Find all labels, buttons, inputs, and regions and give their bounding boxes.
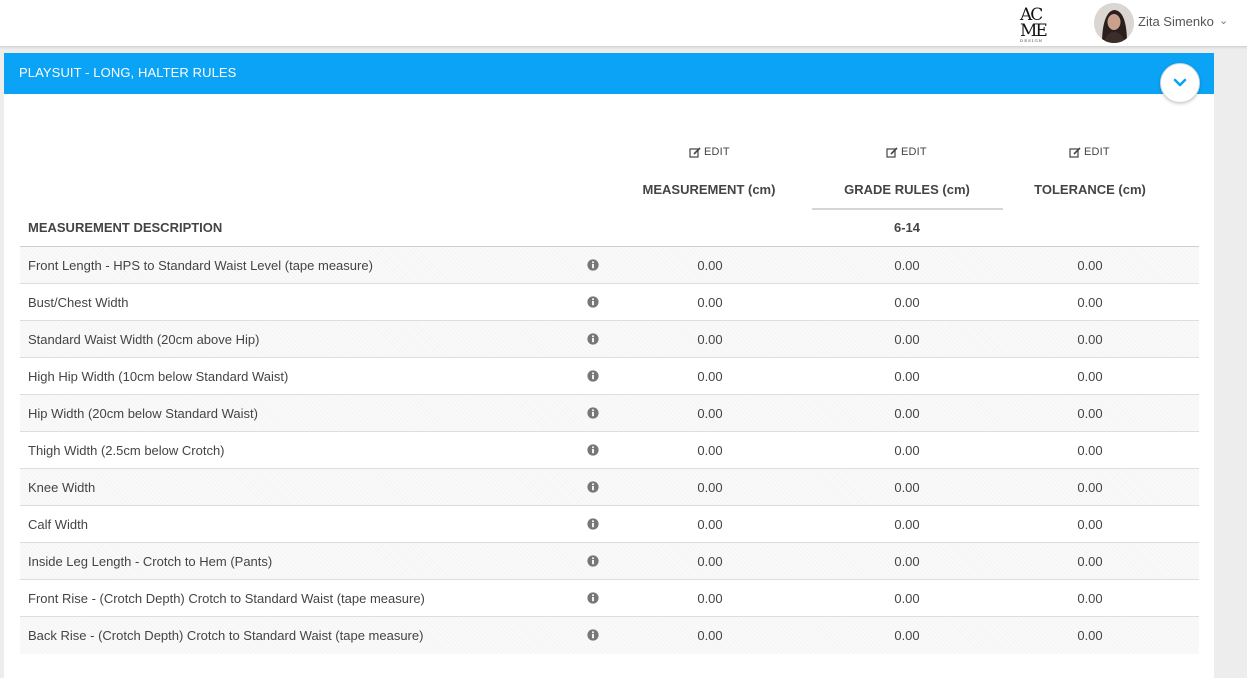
info-icon[interactable] xyxy=(587,555,599,567)
info-icon[interactable] xyxy=(587,333,599,345)
tolerance-value[interactable]: 0.00 xyxy=(1060,480,1120,495)
info-icon[interactable] xyxy=(587,296,599,308)
grade-rule-value[interactable]: 0.00 xyxy=(877,443,937,458)
measurement-value[interactable]: 0.00 xyxy=(680,406,740,421)
table-row: Calf Width 0.00 0.00 0.00 xyxy=(20,506,1199,543)
measurement-description: Knee Width xyxy=(28,480,96,495)
logo-small-text: DESIGN xyxy=(1020,38,1044,43)
measurement-value[interactable]: 0.00 xyxy=(680,480,740,495)
table-row: Back Rise - (Crotch Depth) Crotch to Sta… xyxy=(20,617,1199,654)
panel-title: PLAYSUIT - LONG, HALTER RULES xyxy=(19,65,237,80)
measurement-value[interactable]: 0.00 xyxy=(680,369,740,384)
grade-rule-value[interactable]: 0.00 xyxy=(877,258,937,273)
grade-rule-value[interactable]: 0.00 xyxy=(877,295,937,310)
measurement-description: Front Length - HPS to Standard Waist Lev… xyxy=(28,258,373,273)
edit-measurement-link[interactable]: EDIT xyxy=(689,146,730,158)
panel-header[interactable]: PLAYSUIT - LONG, HALTER RULES xyxy=(4,53,1214,94)
table-row: Inside Leg Length - Crotch to Hem (Pants… xyxy=(20,543,1199,580)
edit-icon xyxy=(886,146,898,158)
measurement-value[interactable]: 0.00 xyxy=(680,332,740,347)
chevron-down-icon xyxy=(1173,78,1187,87)
table-row: Thigh Width (2.5cm below Crotch) 0.00 0.00… xyxy=(20,432,1199,469)
measurement-description: Inside Leg Length - Crotch to Hem (Pants… xyxy=(28,554,273,569)
grade-rule-value[interactable]: 0.00 xyxy=(877,369,937,384)
description-column-header: MEASUREMENT DESCRIPTION xyxy=(28,220,223,235)
info-icon[interactable] xyxy=(587,629,599,641)
edit-label: EDIT xyxy=(901,146,927,158)
table-row: Front Rise - (Crotch Depth) Crotch to St… xyxy=(20,580,1199,617)
measurement-description: Bust/Chest Width xyxy=(28,295,129,310)
user-menu-chevron-icon[interactable]: ⌄ xyxy=(1219,14,1228,27)
info-icon[interactable] xyxy=(587,259,599,271)
top-bar: AC ME DESIGN Zita Simenko ⌄ xyxy=(0,0,1247,47)
edit-icon xyxy=(1069,146,1081,158)
user-name[interactable]: Zita Simenko xyxy=(1138,14,1214,29)
tolerance-value[interactable]: 0.00 xyxy=(1060,517,1120,532)
measurement-description: High Hip Width (10cm below Standard Wais… xyxy=(28,369,289,384)
tolerance-value[interactable]: 0.00 xyxy=(1060,406,1120,421)
measurement-value[interactable]: 0.00 xyxy=(680,443,740,458)
grade-rules-underline xyxy=(812,208,1003,210)
tolerance-value[interactable]: 0.00 xyxy=(1060,443,1120,458)
measurement-column-header: MEASUREMENT (cm) xyxy=(642,182,776,197)
edit-label: EDIT xyxy=(704,146,730,158)
tolerance-value[interactable]: 0.00 xyxy=(1060,369,1120,384)
tolerance-value[interactable]: 0.00 xyxy=(1060,628,1120,643)
measurement-description: Standard Waist Width (20cm above Hip) xyxy=(28,332,260,347)
grade-rule-value[interactable]: 0.00 xyxy=(877,332,937,347)
table-row: Bust/Chest Width 0.00 0.00 0.00 xyxy=(20,284,1199,321)
measurement-description: Hip Width (20cm below Standard Waist) xyxy=(28,406,258,421)
measurement-value[interactable]: 0.00 xyxy=(680,628,740,643)
measurement-description: Calf Width xyxy=(28,517,88,532)
user-avatar[interactable] xyxy=(1094,3,1134,43)
tolerance-value[interactable]: 0.00 xyxy=(1060,591,1120,606)
tolerance-value[interactable]: 0.00 xyxy=(1060,554,1120,569)
info-icon[interactable] xyxy=(587,370,599,382)
tolerance-value[interactable]: 0.00 xyxy=(1060,332,1120,347)
tolerance-value[interactable]: 0.00 xyxy=(1060,258,1120,273)
info-icon[interactable] xyxy=(587,518,599,530)
size-range-header: 6-14 xyxy=(893,220,921,235)
measurement-description: Back Rise - (Crotch Depth) Crotch to Sta… xyxy=(28,628,424,643)
table-row: Hip Width (20cm below Standard Waist) 0.0… xyxy=(20,395,1199,432)
table-row: Knee Width 0.00 0.00 0.00 xyxy=(20,469,1199,506)
grade-rule-value[interactable]: 0.00 xyxy=(877,406,937,421)
acme-logo[interactable]: AC ME DESIGN xyxy=(1017,5,1051,43)
tolerance-value[interactable]: 0.00 xyxy=(1060,295,1120,310)
table-row: Front Length - HPS to Standard Waist Lev… xyxy=(20,247,1199,284)
rules-panel: PLAYSUIT - LONG, HALTER RULES EDIT EDIT … xyxy=(4,53,1214,678)
measurement-value[interactable]: 0.00 xyxy=(680,517,740,532)
grade-rule-value[interactable]: 0.00 xyxy=(877,591,937,606)
edit-grade-rules-link[interactable]: EDIT xyxy=(886,146,927,158)
measurement-value[interactable]: 0.00 xyxy=(680,258,740,273)
edit-tolerance-link[interactable]: EDIT xyxy=(1069,146,1110,158)
grade-rule-value[interactable]: 0.00 xyxy=(877,480,937,495)
grade-rule-value[interactable]: 0.00 xyxy=(877,628,937,643)
info-icon[interactable] xyxy=(587,592,599,604)
measurement-value[interactable]: 0.00 xyxy=(680,591,740,606)
tolerance-column-header: TOLERANCE (cm) xyxy=(1034,182,1146,197)
edit-icon xyxy=(689,146,701,158)
measurement-description: Front Rise - (Crotch Depth) Crotch to St… xyxy=(28,591,425,606)
grade-rules-column-header: GRADE RULES (cm) xyxy=(844,182,970,197)
measurement-value[interactable]: 0.00 xyxy=(680,295,740,310)
table-row: High Hip Width (10cm below Standard Wais… xyxy=(20,358,1199,395)
info-icon[interactable] xyxy=(587,444,599,456)
edit-label: EDIT xyxy=(1084,146,1110,158)
table-row: Standard Waist Width (20cm above Hip) 0.0… xyxy=(20,321,1199,358)
collapse-toggle-button[interactable] xyxy=(1160,63,1200,103)
measurement-description: Thigh Width (2.5cm below Crotch) xyxy=(28,443,225,458)
info-icon[interactable] xyxy=(587,407,599,419)
grade-rule-value[interactable]: 0.00 xyxy=(877,517,937,532)
grade-rule-value[interactable]: 0.00 xyxy=(877,554,937,569)
measurement-value[interactable]: 0.00 xyxy=(680,554,740,569)
info-icon[interactable] xyxy=(587,481,599,493)
measurement-table-body: Front Length - HPS to Standard Waist Lev… xyxy=(20,247,1199,654)
